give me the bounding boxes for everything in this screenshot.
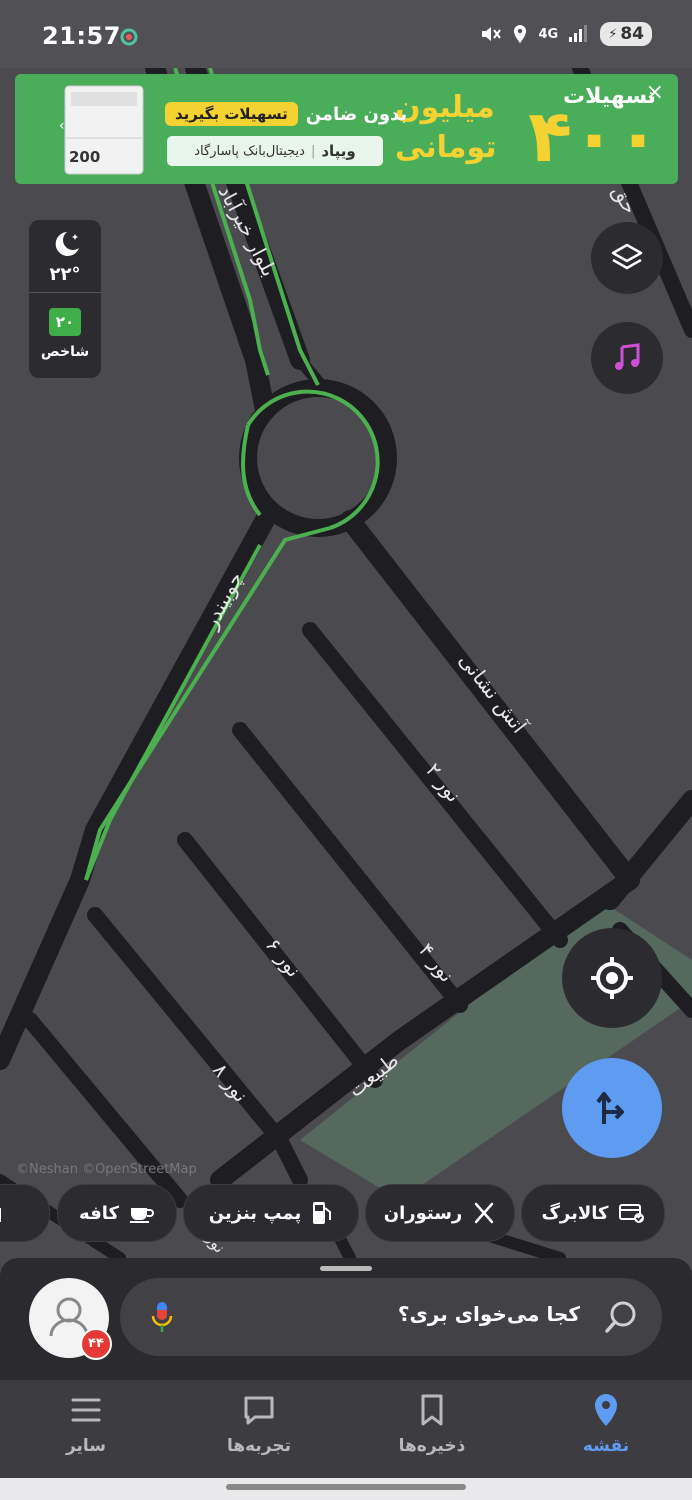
search-input[interactable]: کجا می‌خوای بری؟: [120, 1278, 662, 1356]
camera-icon: [0, 1208, 1, 1222]
layers-icon: [611, 243, 643, 270]
ad-bank-strip: ویپاد | دیجیتال‌بانک پاسارگاد: [167, 136, 383, 166]
location-icon: [514, 25, 527, 43]
status-icons: 4G ⚡ 84: [480, 22, 652, 46]
card-divider: [29, 292, 101, 293]
mic-icon[interactable]: [150, 1298, 174, 1336]
chip-label: رستوران: [383, 1202, 463, 1224]
category-chips: کالابرگ رستوران پمپ بنزین کافه: [0, 1184, 692, 1242]
menu-icon: [71, 1398, 101, 1422]
tab-label: تجربه‌ها: [226, 1436, 292, 1456]
tab-experiences[interactable]: تجربه‌ها: [173, 1380, 345, 1478]
map-pin-icon: [595, 1394, 617, 1426]
chip-kalabarg[interactable]: کالابرگ: [521, 1184, 665, 1242]
chip-label: کافه: [79, 1202, 119, 1224]
weather-card[interactable]: ۲۲° ۲۰ شاخص: [29, 220, 101, 378]
ad-amount: ۴۰۰: [528, 94, 660, 178]
moon-icon: [55, 232, 79, 256]
app-notification-icon: [120, 28, 138, 46]
fuel-pump-icon: [313, 1202, 332, 1224]
ad-unit-million: میلیون: [395, 90, 495, 125]
sheet-handle[interactable]: [320, 1266, 372, 1271]
ad-banner[interactable]: × تسهیلات ۴۰۰ میلیون تومانی بدون ضامن تس…: [15, 74, 678, 184]
ad-guarantee-text: بدون ضامن: [305, 103, 408, 125]
tab-more[interactable]: سایر: [0, 1380, 172, 1478]
temperature: ۲۲°: [49, 264, 81, 285]
tab-map[interactable]: نقشه: [520, 1380, 692, 1478]
aqi-value: ۲۰: [49, 308, 81, 336]
tab-saved[interactable]: ذخیره‌ها: [346, 1380, 518, 1478]
ad-guarantee-row: بدون ضامن تسهیلات بگیرید: [165, 102, 407, 126]
chip-restaurant[interactable]: رستوران: [365, 1184, 515, 1242]
my-location-button[interactable]: [562, 928, 662, 1028]
fork-knife-icon: [475, 1202, 494, 1224]
notification-badge: ۴۴: [80, 1328, 112, 1360]
chat-icon: [244, 1396, 274, 1425]
directions-icon: [596, 1092, 624, 1124]
chip-label: کالابرگ: [541, 1202, 609, 1224]
ad-bank-name: دیجیتال‌بانک پاسارگاد: [194, 143, 305, 159]
bookmark-icon: [421, 1394, 443, 1426]
aqi-label: شاخص: [40, 344, 90, 360]
chip-gas-station[interactable]: پمپ بنزین: [183, 1184, 359, 1242]
battery-level: 84: [620, 24, 644, 44]
status-bar: 21:57 4G ⚡ 84: [0, 0, 692, 68]
system-gesture-area: [0, 1478, 692, 1500]
ad-cta-button[interactable]: تسهیلات بگیرید: [165, 102, 298, 126]
search-icon: [605, 1301, 636, 1333]
music-icon: [615, 343, 640, 370]
chip-cafe[interactable]: کافه: [57, 1184, 177, 1242]
tab-label: نقشه: [582, 1436, 630, 1456]
status-time: 21:57: [42, 22, 121, 50]
bottom-nav: نقشه ذخیره‌ها تجربه‌ها سایر: [0, 1380, 692, 1478]
home-indicator[interactable]: [226, 1484, 466, 1490]
music-button[interactable]: [591, 322, 663, 394]
mute-icon: [482, 27, 502, 41]
battery-icon: ⚡ 84: [600, 22, 652, 46]
card-check-icon: [618, 1204, 644, 1223]
banknote-text: 200: [69, 148, 101, 166]
search-placeholder: کجا می‌خوای بری؟: [397, 1302, 580, 1326]
route-button[interactable]: [562, 1058, 662, 1158]
ad-prev-arrow-icon[interactable]: ‹: [59, 118, 65, 134]
tab-label: سایر: [65, 1436, 107, 1456]
coffee-cup-icon: [129, 1208, 154, 1223]
ad-unit-toman: تومانی: [395, 130, 497, 165]
network-type: 4G: [538, 26, 559, 42]
ad-brand: ویپاد: [321, 142, 356, 160]
map-attribution: ©Neshan ©OpenStreetMap: [16, 1162, 197, 1177]
layers-button[interactable]: [591, 222, 663, 294]
crosshair-icon: [591, 957, 633, 999]
signal-icon: [569, 25, 588, 42]
bottom-sheet: ۴۴ کجا می‌خوای بری؟: [0, 1258, 692, 1380]
chip-label: پمپ بنزین: [208, 1202, 302, 1224]
tab-label: ذخیره‌ها: [398, 1436, 466, 1456]
chip-camera[interactable]: [0, 1184, 50, 1242]
